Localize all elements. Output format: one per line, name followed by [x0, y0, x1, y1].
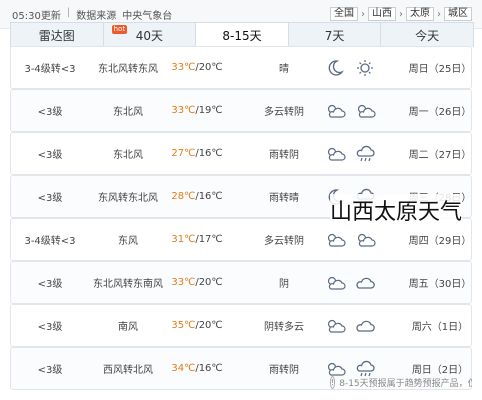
temp-high: 28℃	[171, 191, 196, 202]
wind-speed: 3-4级转<3	[24, 64, 76, 75]
wind-direction: 东风转东北风	[98, 193, 158, 204]
partly-cloudy-icon	[321, 262, 349, 303]
wind-direction: 东风	[118, 236, 138, 247]
weather-condition: 阴转多云	[264, 322, 304, 333]
weather-condition: 阴	[279, 279, 289, 290]
forecast-row: 周六（1日） 阴转多云 35℃/20℃ 南风 <3级	[10, 304, 472, 347]
wind-direction: 东北风转东南风	[93, 279, 163, 290]
weather-condition: 雨转阴	[269, 150, 299, 161]
wind-speed: <3级	[37, 150, 63, 161]
footer-note: ! 8-15天预报属于趋势预报产品，仅能反映未来天气变化趋势，请随时关注最新预报…	[10, 372, 472, 392]
wind-speed: <3级	[37, 107, 63, 118]
forecast-day: 周六（1日）	[411, 322, 469, 333]
publish-time: 05:30更新	[12, 11, 61, 22]
tab-40-days[interactable]: hot 40天	[102, 23, 196, 47]
temperature-range: 28℃/16℃	[169, 176, 225, 217]
weather-condition: 多云转阴	[264, 236, 304, 247]
wind-direction: 东北风	[113, 150, 143, 161]
weather-condition: 晴	[279, 64, 289, 75]
temperature-range: 31℃/17℃	[169, 219, 225, 260]
data-source-name: 中央气象台	[122, 11, 173, 22]
cloud-icon	[351, 262, 379, 303]
temp-high: 33℃	[171, 277, 196, 288]
temperature-range: 27℃/16℃	[169, 133, 225, 174]
breadcrumb: 全国 › 山西 › 太原 › 城区	[330, 7, 472, 21]
partly-cloudy-icon	[321, 305, 349, 346]
weather-condition: 雨转晴	[269, 193, 299, 204]
moon-icon	[321, 47, 349, 88]
tab-label: 40天	[135, 28, 164, 43]
cloud-rain-icon	[351, 133, 379, 174]
wind-speed: <3级	[37, 279, 63, 290]
breadcrumb-province[interactable]: 山西	[368, 7, 396, 21]
tab-label: 7天	[324, 28, 345, 43]
breadcrumb-district[interactable]: 城区	[444, 7, 472, 21]
tab-7-days[interactable]: 7天	[287, 23, 381, 47]
tab-label: 雷达图	[38, 28, 75, 43]
tab-today[interactable]: 今天	[380, 23, 473, 47]
forecast-tabs: 雷达图 hot 40天 8-15天 7天 今天	[10, 22, 474, 47]
partly-cloudy-icon	[321, 90, 349, 131]
forecast-row: 周二（27日） 雨转阴 27℃/16℃ 东北风 <3级	[10, 132, 472, 175]
partly-cloudy-icon	[321, 133, 349, 174]
footer-note-text: 8-15天预报属于趋势预报产品，仅能反映未来天气变化趋势，请随时关注最新预报..…	[339, 378, 472, 389]
temperature-range: 33℃/19℃	[169, 90, 225, 131]
breadcrumb-national[interactable]: 全国	[330, 7, 358, 21]
wind-speed: <3级	[37, 322, 63, 333]
partly-cloudy-icon	[351, 90, 379, 131]
breadcrumb-city[interactable]: 太原	[406, 7, 434, 21]
temp-low: 20℃	[198, 277, 223, 288]
temp-high: 27℃	[171, 148, 196, 159]
temp-high: 33℃	[171, 105, 196, 116]
tab-label: 今天	[415, 28, 440, 43]
temperature-range: 33℃/20℃	[169, 262, 225, 303]
temp-low: 16℃	[198, 191, 223, 202]
tab-label: 8-15天	[222, 28, 262, 43]
temperature-range: 35℃/20℃	[169, 305, 225, 346]
wind-direction: 南风	[118, 322, 138, 333]
chevron-right-icon: ›	[399, 8, 403, 20]
temperature-range: 33℃/20℃	[169, 47, 225, 88]
data-source-label: 数据来源	[76, 11, 117, 22]
wind-direction: 东北风	[113, 107, 143, 118]
cloud-icon	[351, 305, 379, 346]
forecast-day: 周五（30日）	[408, 279, 472, 290]
tab-8-15-days[interactable]: 8-15天	[195, 23, 288, 47]
wind-speed: 3-4级转<3	[24, 236, 76, 247]
temp-low: 19℃	[198, 105, 223, 116]
temp-low: 20℃	[198, 320, 223, 331]
temp-high: 31℃	[171, 234, 196, 245]
wind-speed: <3级	[37, 193, 63, 204]
watermark-caption: 山西太原天气	[330, 194, 463, 226]
wind-direction: 东北风转东风	[98, 64, 158, 75]
temp-low: 16℃	[198, 148, 223, 159]
forecast-row: 周五（30日） 阴 33℃/20℃ 东北风转东南风 <3级	[10, 261, 472, 304]
temp-high: 35℃	[171, 320, 196, 331]
publish-info: 05:30更新 | 数据来源 中央气象台	[12, 7, 173, 22]
forecast-day: 周日（25日）	[408, 64, 472, 75]
weather-condition: 多云转阴	[264, 107, 304, 118]
temp-high: 33℃	[171, 62, 196, 73]
hot-badge: hot	[111, 25, 128, 34]
chevron-right-icon: ›	[361, 8, 365, 20]
forecast-row: 周日（25日） 晴 33℃/20℃ 东北风转东风 3-4级转<3	[10, 46, 472, 89]
info-icon: !	[330, 375, 336, 389]
temp-low: 20℃	[198, 62, 223, 73]
temp-low: 17℃	[198, 234, 223, 245]
forecast-day: 周二（27日）	[408, 150, 472, 161]
sun-icon	[351, 47, 379, 88]
forecast-day: 周一（26日）	[408, 107, 472, 118]
chevron-right-icon: ›	[437, 8, 441, 20]
forecast-row: 周一（26日） 多云转阴 33℃/19℃ 东北风 <3级	[10, 89, 472, 132]
tab-radar[interactable]: 雷达图	[11, 23, 103, 47]
